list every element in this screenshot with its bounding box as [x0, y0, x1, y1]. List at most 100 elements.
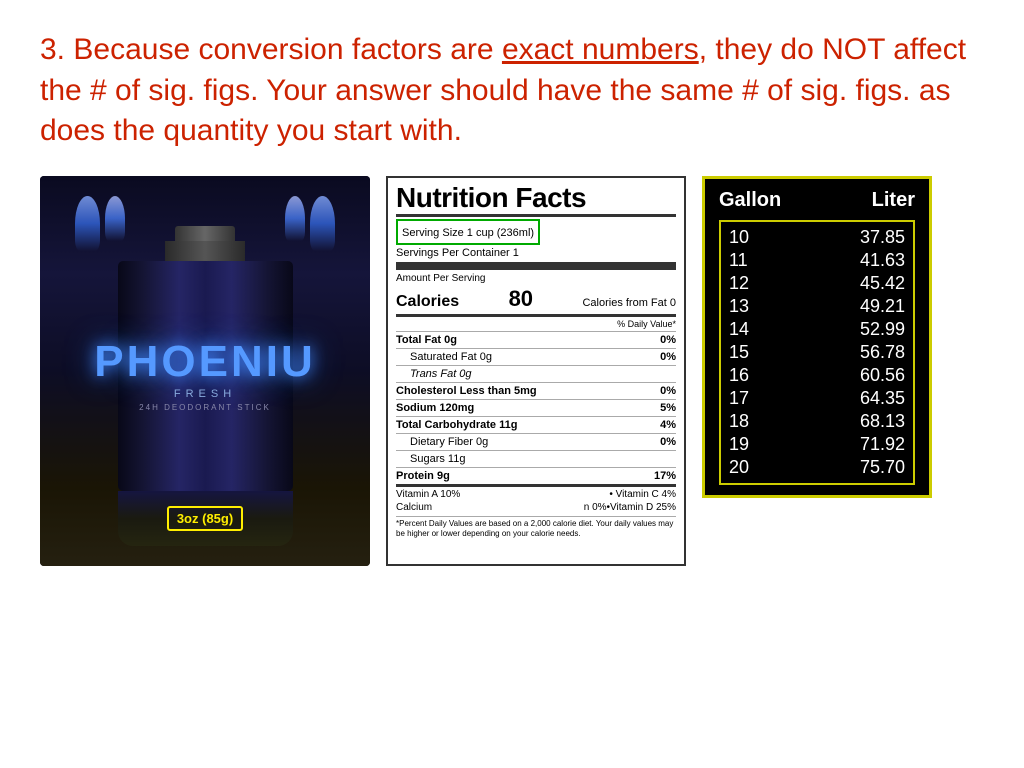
nutrient-row-6: Dietary Fiber 0g0%	[396, 436, 676, 448]
main-text-part1: Because conversion factors are	[73, 33, 502, 66]
nutrient-pct-0: 0%	[660, 334, 676, 346]
thin-divider-7	[396, 467, 676, 468]
brand-text: PHOENIU	[94, 340, 315, 384]
product-bg: PHOENIU FRESH 24H DEODORANT STICK 3oz (8…	[40, 176, 370, 566]
thin-divider-1	[396, 365, 676, 366]
thin-divider-3	[396, 399, 676, 400]
nutrient-pct-6: 0%	[660, 436, 676, 448]
liter-value-6: 60.56	[815, 365, 905, 386]
liter-value-1: 41.63	[815, 250, 905, 271]
serving-size-text: Serving Size 1 cup (236ml)	[402, 227, 534, 239]
header-liter: Liter	[835, 189, 915, 212]
thin-divider-4	[396, 416, 676, 417]
calories-from-fat: Calories from Fat 0	[582, 297, 676, 309]
gallon-value-8: 18	[729, 411, 789, 432]
gallon-value-0: 10	[729, 227, 789, 248]
liter-value-3: 49.21	[815, 296, 905, 317]
thin-divider-5	[396, 433, 676, 434]
table-row-10: 2075.70	[729, 456, 905, 479]
product-variant: FRESH	[174, 388, 236, 400]
table-row-0: 10 37.85	[729, 226, 905, 249]
nutrient-label-6: Dietary Fiber 0g	[410, 436, 660, 448]
nutrient-label-7: Sugars 11g	[410, 453, 676, 465]
table-row-8: 18 68.13	[729, 410, 905, 433]
table-data-area: 10 37.851141.6312 45.42 13 49.21 14 52.99 15 56.…	[719, 220, 915, 485]
nutrient-row-7: Sugars 11g	[396, 453, 676, 465]
nutrient-row-1: Saturated Fat 0g0%	[396, 351, 676, 363]
nutrient-row-8: Protein 9g17%	[396, 470, 676, 482]
table-row-4: 14 52.99	[729, 318, 905, 341]
table-row-2: 12 45.42	[729, 272, 905, 295]
table-header: Gallon Liter	[719, 189, 915, 216]
liter-value-7: 64.35	[815, 388, 905, 409]
liter-value-8: 68.13	[815, 411, 905, 432]
nutrient-label-1: Saturated Fat 0g	[410, 351, 660, 363]
gallon-value-9: 19	[729, 434, 789, 455]
product-image: PHOENIU FRESH 24H DEODORANT STICK 3oz (8…	[40, 176, 370, 566]
table-row-9: 19 71.92	[729, 433, 905, 456]
calories-label: Calories	[396, 293, 459, 311]
nutrient-pct-1: 0%	[660, 351, 676, 363]
servings-per: Servings Per Container 1	[396, 247, 676, 259]
nutrition-panel: Nutrition Facts Serving Size 1 cup (236m…	[386, 176, 686, 566]
gallon-value-3: 13	[729, 296, 789, 317]
vitamin-d: n 0%•Vitamin D 25%	[584, 502, 676, 513]
nutrient-pct-8: 17%	[654, 470, 676, 482]
liter-value-10: 75.70	[815, 457, 905, 478]
nutrient-row-2: Trans Fat 0g	[396, 368, 676, 380]
serving-size-box: Serving Size 1 cup (236ml)	[396, 219, 540, 245]
conversion-table: Gallon Liter 10 37.851141.6312 45.42 13 49.2…	[702, 176, 932, 498]
gallon-value-6: 16	[729, 365, 789, 386]
nutrients-list: Total Fat 0g0%Saturated Fat 0g0%Trans Fa…	[396, 334, 676, 482]
vitamin-a: Vitamin A 10%	[396, 489, 460, 500]
footer-text: *Percent Daily Values are based on a 2,0…	[396, 516, 676, 540]
calories-number: 80	[509, 286, 533, 312]
nutrient-label-8: Protein 9g	[396, 470, 654, 482]
table-row-6: 16 60.56	[729, 364, 905, 387]
nutrient-row-0: Total Fat 0g0%	[396, 334, 676, 346]
amount-per: Amount Per Serving	[396, 273, 676, 284]
nutrient-label-2: Trans Fat 0g	[410, 368, 676, 380]
table-row-5: 15 56.78	[729, 341, 905, 364]
liter-value-5: 56.78	[815, 342, 905, 363]
vitamin-row-1: Vitamin A 10% • Vitamin C 4%	[396, 489, 676, 500]
vitamin-row-2: Calcium n 0%•Vitamin D 25%	[396, 502, 676, 513]
nutrient-pct-5: 4%	[660, 419, 676, 431]
header-gallon: Gallon	[719, 189, 799, 212]
liter-value-4: 52.99	[815, 319, 905, 340]
liter-value-2: 45.42	[815, 273, 905, 294]
table-row-7: 17 64.35	[729, 387, 905, 410]
nutrient-label-4: Sodium 120mg	[396, 402, 660, 414]
calcium: Calcium	[396, 502, 432, 513]
gallon-value-4: 14	[729, 319, 789, 340]
table-row-1: 1141.63	[729, 249, 905, 272]
nutrient-label-3: Cholesterol Less than 5mg	[396, 385, 660, 397]
size-label: 3oz (85g)	[167, 506, 243, 531]
nutrient-row-4: Sodium 120mg5%	[396, 402, 676, 414]
point-number: 3.	[40, 33, 65, 66]
gallon-value-7: 17	[729, 388, 789, 409]
liter-value-0: 37.85	[815, 227, 905, 248]
table-row-3: 13 49.21	[729, 295, 905, 318]
nutrient-pct-4: 5%	[660, 402, 676, 414]
calories-row: Calories 80 Calories from Fat 0	[396, 286, 676, 312]
thin-divider-2	[396, 382, 676, 383]
nutrition-title: Nutrition Facts	[396, 184, 676, 212]
nutrient-row-3: Cholesterol Less than 5mg0%	[396, 385, 676, 397]
nutrient-pct-3: 0%	[660, 385, 676, 397]
thin-divider-0	[396, 348, 676, 349]
liter-value-9: 71.92	[815, 434, 905, 455]
daily-value-header: % Daily Value*	[396, 319, 676, 329]
main-paragraph: 3. Because conversion factors are exact …	[40, 30, 984, 152]
text-section: 3. Because conversion factors are exact …	[40, 30, 984, 152]
exact-numbers-text: exact numbers	[502, 33, 699, 66]
nutrient-label-0: Total Fat 0g	[396, 334, 660, 346]
gallon-value-5: 15	[729, 342, 789, 363]
product-description: 24H DEODORANT STICK	[139, 403, 271, 412]
nutrient-row-5: Total Carbohydrate 11g4%	[396, 419, 676, 431]
gallon-value-2: 12	[729, 273, 789, 294]
main-container: 3. Because conversion factors are exact …	[0, 0, 1024, 768]
thin-divider-6	[396, 450, 676, 451]
nutrient-label-5: Total Carbohydrate 11g	[396, 419, 660, 431]
vitamin-c: • Vitamin C 4%	[609, 489, 676, 500]
